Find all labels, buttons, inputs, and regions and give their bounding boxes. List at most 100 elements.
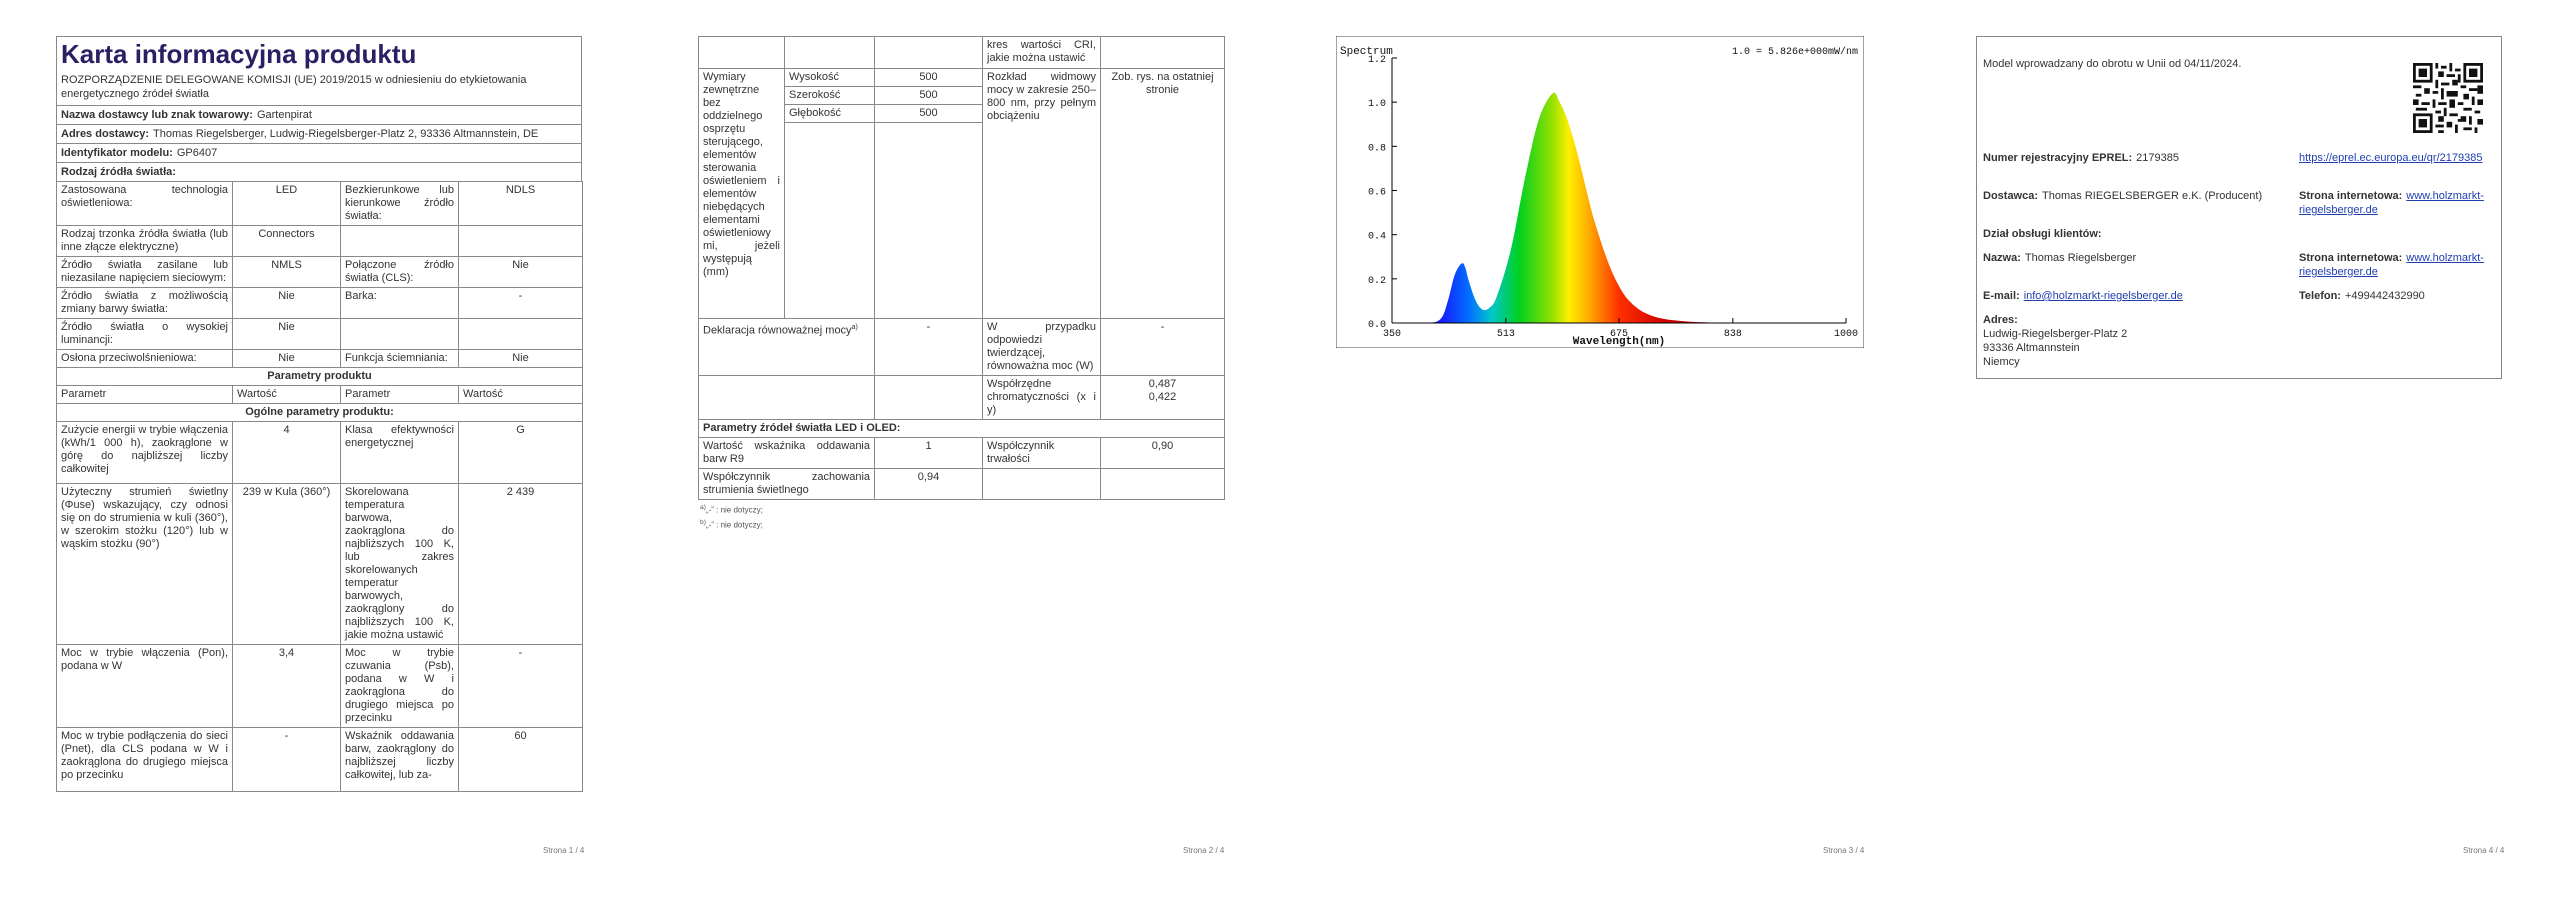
dim-width-value: 500	[874, 86, 983, 105]
page-3: 0.0 0.2 0.4 0.6 0.8 1.0 1.2 350 513 675 838 1000 Sp…	[1280, 0, 1920, 905]
website-label: Strona internetowa:	[2299, 190, 2403, 202]
table-row: Źródło światła z możliwością zmiany barw…	[56, 287, 583, 319]
source-type-table: Zastosowana technologia oświetleniowa: LE…	[56, 181, 583, 368]
param-value: 0,94	[874, 468, 983, 500]
param-value: NDLS	[458, 181, 583, 226]
table-row: Źródło światła zasilane lub niezasilane …	[56, 256, 583, 288]
led-params-header: Parametry źródeł światła LED i OLED:	[698, 419, 1225, 438]
page-2: kres wartości CRI, jakie można ustawić W…	[640, 0, 1280, 905]
x-axis-label: Wavelength(nm)	[1573, 336, 1665, 348]
param-value	[458, 318, 583, 350]
dim-depth-value: 500	[874, 104, 983, 123]
address-line: 93336 Altmannstein	[1983, 342, 2080, 354]
equivalent-power-value: -	[874, 318, 983, 376]
x-tick-label: 838	[1724, 329, 1742, 340]
table-row: Moc w trybie włączenia (Pon), podana w W…	[56, 644, 584, 728]
param-label: Połączone źródło światła (CLS):	[340, 256, 459, 288]
param-label: Moc w trybie czuwania (Psb), podana w W …	[340, 644, 459, 728]
param-label	[340, 225, 459, 257]
footnote-b: b)„-” : nie dotyczy;	[700, 518, 763, 530]
dim-height-value: 500	[874, 68, 983, 87]
spectrum-value: Zob. rys. na ostatniej stronie	[1100, 68, 1225, 319]
page-number: Strona 3 / 4	[1823, 846, 1865, 855]
param-value: NMLS	[232, 256, 341, 288]
continued-parameters-table: kres wartości CRI, jakie można ustawić W…	[698, 36, 1225, 500]
param-label: Wskaźnik oddawania barw, zaokrąglony do …	[340, 727, 459, 792]
param-label: Źródło światła zasilane lub niezasilane …	[56, 256, 233, 288]
source-type-header: Rodzaj źródła światła:	[61, 166, 176, 178]
email-label: E-mail:	[1983, 290, 2020, 302]
param-value: 0,90	[1100, 437, 1225, 469]
qr-code-icon	[2413, 63, 2483, 133]
chromaticity-label: Współrzędne chromatyczności (x i y)	[982, 375, 1101, 420]
col-header: Parametr	[340, 385, 459, 404]
param-label: Moc w trybie podłączenia do sieci (Pnet)…	[56, 727, 233, 792]
supplier-row: Nazwa dostawcy lub znak towarowy: Gartenp…	[57, 106, 581, 125]
address-line: Ludwig-Riegelsberger-Platz 2	[1983, 328, 2128, 340]
col-header: Wartość	[232, 385, 341, 404]
model-label: Identyfikator modelu:	[61, 147, 173, 159]
y-tick-label: 0.2	[1368, 276, 1386, 287]
equivalent-power-label: Deklaracja równoważnej mocya)	[698, 318, 875, 376]
website-row-2: Strona internetowa: www.holzmarkt-riegels…	[2299, 251, 2499, 279]
param-value: Nie	[232, 287, 341, 319]
y-tick-label: 0.6	[1368, 188, 1386, 199]
model-row: Identyfikator modelu: GP6407	[57, 144, 581, 163]
param-value: Nie	[232, 318, 341, 350]
eprel-row: Numer rejestracyjny EPREL: 2179385	[1983, 151, 2179, 165]
table-row: Wartość wskaźnika oddawania barw R9 1 Wspó…	[698, 437, 1225, 469]
param-value: 4	[232, 421, 341, 484]
param-value: 60	[457, 727, 584, 792]
spectrum-label: Rozkład widmowy mocy w zakresie 250–800 …	[982, 68, 1101, 319]
table-row: Zużycie energii w trybie włączenia (kWh/…	[56, 421, 584, 484]
param-label: Rodzaj trzonka źródła światła (lub inne …	[56, 225, 233, 257]
param-label: Źródło światła o wysokiej luminancji:	[56, 318, 233, 350]
supplier-row: Dostawca: Thomas RIEGELSBERGER e.K. (Prod…	[1983, 189, 2262, 203]
table-row: Osłona przeciwolśnieniowa: Nie Funkcja ści…	[56, 349, 583, 368]
param-value: -	[457, 644, 584, 728]
param-value: Nie	[458, 256, 583, 288]
y-tick-label: 0.4	[1368, 232, 1386, 243]
address-line: Niemcy	[1983, 356, 2020, 368]
eprel-link[interactable]: https://eprel.ec.europa.eu/qr/2179385	[2299, 151, 2495, 165]
footnote-a: a)„-” : nie dotyczy;	[700, 504, 763, 515]
param-label: Współczynnik trwałości	[982, 437, 1101, 469]
param-value: 2 439	[457, 483, 584, 645]
param-label: Skorelowana temperatura barwowa, zaokrąg…	[340, 483, 459, 645]
chart-title: Spectrum	[1340, 46, 1393, 58]
param-value	[1100, 468, 1225, 500]
model-value: GP6407	[176, 147, 218, 159]
product-sheet-header: Karta informacyjna produktu ROZPORZĄDZEN…	[56, 36, 582, 182]
x-tick-label: 350	[1383, 329, 1401, 340]
page-number: Strona 1 / 4	[543, 846, 585, 855]
contact-name-row: Nazwa: Thomas Riegelsberger	[1983, 251, 2136, 265]
param-label: Źródło światła z możliwością zmiany barw…	[56, 287, 233, 319]
table-row: Użyteczny strumień świetlny (Φuse) wskaz…	[56, 483, 584, 645]
param-label: Wartość wskaźnika oddawania barw R9	[698, 437, 875, 469]
address-label: Adres:	[1983, 314, 2018, 326]
param-value: -	[232, 727, 341, 792]
param-value	[458, 225, 583, 257]
table-row: Źródło światła o wysokiej luminancji: Nie	[56, 318, 583, 350]
param-label: Współczynnik zachowania strumienia świet…	[698, 468, 875, 500]
email-link[interactable]: info@holzmarkt-riegelsberger.de	[2024, 290, 2183, 302]
param-value: LED	[232, 181, 341, 226]
param-value: -	[458, 287, 583, 319]
dim-depth-label: Głębokość	[784, 104, 875, 123]
address-label: Adres dostawcy:	[61, 128, 150, 140]
page-1: Karta informacyjna produktu ROZPORZĄDZEN…	[0, 0, 640, 905]
y-tick-label: 0.8	[1368, 143, 1386, 154]
supplier-value: Thomas RIEGELSBERGER e.K. (Producent)	[2042, 190, 2263, 202]
spectrum-chart: 0.00.20.40.60.81.01.2350 513 675 838 1000 Sp…	[1336, 36, 1864, 348]
supplier-value: Gartenpirat	[256, 109, 312, 121]
param-label: Użyteczny strumień świetlny (Φuse) wskaz…	[56, 483, 233, 645]
intro-text: Model wprowadzany do obrotu w Unii od 04…	[1983, 58, 2242, 70]
param-label: Barka:	[340, 287, 459, 319]
page-title: Karta informacyjna produktu	[61, 39, 417, 69]
table-row: Moc w trybie podłączenia do sieci (Pnet)…	[56, 727, 584, 792]
param-label	[982, 468, 1101, 500]
cri-continuation: kres wartości CRI, jakie można ustawić	[982, 36, 1101, 69]
table-row: Zastosowana technologia oświetleniowa: LE…	[56, 181, 583, 226]
eprel-number: 2179385	[2136, 152, 2179, 164]
param-label: Klasa efektywności energetycznej	[340, 421, 459, 484]
